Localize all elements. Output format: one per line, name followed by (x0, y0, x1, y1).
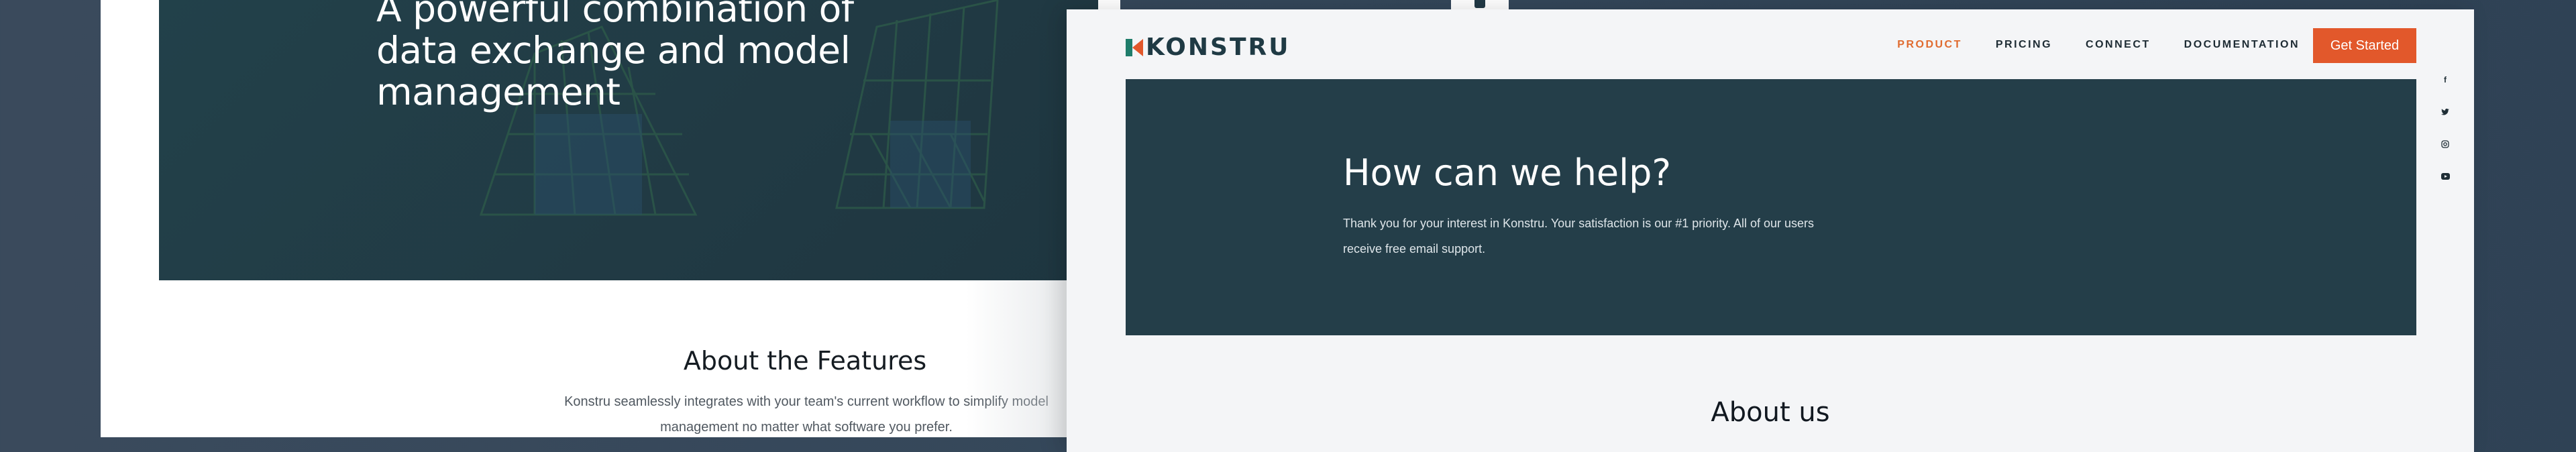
logo-k-icon (1126, 38, 1143, 56)
main-nav: PRODUCT PRICING CONNECT DOCUMENTATION (1897, 39, 2300, 51)
youtube-icon[interactable] (2440, 172, 2450, 181)
about-us-title: About us (1711, 397, 1830, 428)
nav-pricing[interactable]: PRICING (1996, 39, 2052, 51)
page-shadow (966, 280, 1067, 437)
facebook-icon[interactable]: f (2440, 75, 2450, 84)
nav-documentation[interactable]: DOCUMENTATION (2184, 39, 2300, 51)
help-hero-panel: How can we help? Thank you for your inte… (1126, 79, 2416, 335)
social-links: f (2440, 75, 2450, 181)
front-page-window: KONSTRU PRODUCT PRICING CONNECT DOCUMENT… (1067, 9, 2474, 452)
tab-handle-icon[interactable] (1474, 0, 1485, 8)
help-title: How can we help? (1343, 152, 1672, 194)
back-hero-title: A powerful combination of data exchange … (376, 0, 854, 113)
help-text: Thank you for your interest in Konstru. … (1343, 217, 1815, 256)
nav-product[interactable]: PRODUCT (1897, 39, 1962, 51)
twitter-icon[interactable] (2440, 107, 2450, 117)
get-started-button[interactable]: Get Started (2313, 28, 2416, 63)
back-hero-section: A powerful combination of data exchange … (159, 0, 1098, 280)
nav-connect[interactable]: CONNECT (2086, 39, 2151, 51)
logo-text: KONSTRU (1146, 34, 1291, 61)
instagram-icon[interactable] (2440, 139, 2450, 149)
konstru-logo[interactable]: KONSTRU (1126, 34, 1290, 61)
